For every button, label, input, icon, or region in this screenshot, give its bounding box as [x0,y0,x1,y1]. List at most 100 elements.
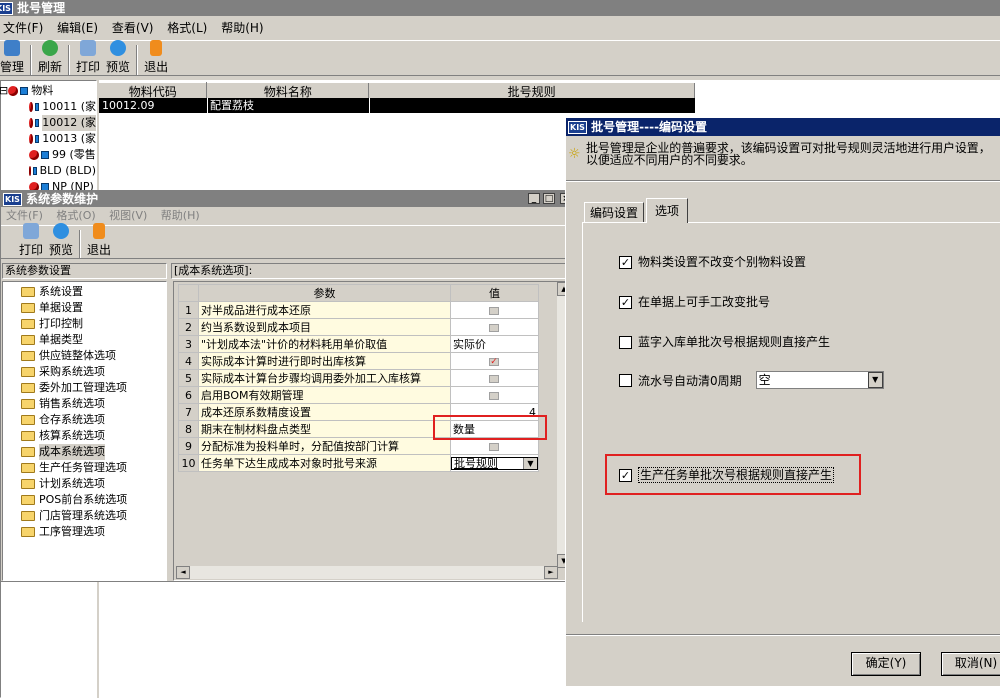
menu-help[interactable]: 帮助(H) [161,209,200,222]
tree-item[interactable]: 计划系统选项 [21,476,166,492]
cancel-button[interactable]: 取消(N) [941,652,1000,676]
tree-item[interactable]: BLD (BLD) [1,163,96,179]
material-cube-icon [41,151,49,159]
table-row[interactable]: 4 实际成本计算时进行即时出库核算 ✓ [178,352,539,370]
tree-item[interactable]: 门店管理系统选项 [21,508,166,524]
table-row[interactable]: 9 分配标准为投料单时，分配值按部门计算 [178,437,539,455]
ok-button[interactable]: 确定(Y) [851,652,921,676]
chevron-down-icon[interactable]: ▼ [867,372,883,388]
kis-logo-icon: KIS [0,2,13,15]
option-row[interactable]: ✓ 物料类设置不改变个别物料设置 [619,253,806,270]
preview-button[interactable]: 预览 [49,223,73,258]
menu-file[interactable]: 文件(F) [6,209,43,222]
checkbox-checked[interactable]: ✓ [619,296,632,309]
material-ball-icon [29,118,33,128]
checkbox[interactable] [489,374,499,383]
refresh-icon [42,40,59,56]
table-row[interactable]: 1 对半成品进行成本还原 [178,301,539,319]
separator [566,634,1000,636]
print-button[interactable]: 打印 [76,40,100,75]
table-row[interactable]: 5 实际成本计算台步骤均调用委外加工入库核算 [178,369,539,387]
option-row[interactable]: 蓝字入库单批次号根据规则直接产生 [619,333,830,350]
tree-item[interactable]: 10013 (家 [1,131,96,147]
checkbox-checked[interactable]: ✓ [489,357,499,366]
maximize-button[interactable]: □ [543,193,555,204]
tree-item[interactable]: POS前台系统选项 [21,492,166,508]
exit-icon [150,40,163,56]
checkbox[interactable] [489,391,499,400]
menu-edit[interactable]: 编辑(E) [57,21,98,35]
cell-rule [369,98,370,113]
table-row[interactable]: 10012.09 配置荔枝 [99,98,695,113]
folder-icon [21,351,35,361]
checkbox[interactable] [489,323,499,332]
tree-item[interactable]: 销售系统选项 [21,396,166,412]
folder-icon [21,415,35,425]
table-row[interactable]: 3 "计划成本法"计价的材料耗用单价取值 实际价 [178,335,539,353]
tree-item[interactable]: 10011 (家 [1,99,96,115]
menu-format[interactable]: 格式(O) [56,209,95,222]
menu-view[interactable]: 查看(V) [112,21,154,35]
exit-icon [93,223,106,239]
print-icon [80,40,97,56]
option-row[interactable]: ✓ 在单据上可手工改变批号 [619,293,770,310]
folder-icon [21,511,35,521]
material-cube-icon [34,135,40,143]
menu-file[interactable]: 文件(F) [3,21,43,35]
batch-source-select[interactable]: 批号规则 ▼ [451,456,538,470]
material-ball-icon [29,134,33,144]
tab-encoding-settings[interactable]: 编码设置 [584,202,644,222]
table-row[interactable]: 6 启用BOM有效期管理 [178,386,539,404]
refresh-button[interactable]: 刷新 [38,40,62,75]
material-ball-icon [8,86,19,96]
tree-item[interactable]: 仓存系统选项 [21,412,166,428]
tree-item[interactable]: 99 (零售 [1,147,96,163]
print-icon [23,223,39,239]
tree-item[interactable]: 核算系统选项 [21,428,166,444]
minimize-button[interactable]: _ [528,193,540,204]
menu-format[interactable]: 格式(L) [167,21,207,35]
tree-item[interactable]: 单据设置 [21,300,166,316]
exit-button[interactable]: 退出 [144,40,168,75]
checkbox[interactable] [619,336,632,349]
tree-item[interactable]: 委外加工管理选项 [21,380,166,396]
tree-item-selected[interactable]: 10012 (家 [1,115,96,131]
table-row[interactable]: 2 约当系数设到成本项目 [178,318,539,336]
print-button[interactable]: 打印 [19,223,43,258]
manage-button[interactable]: 管理 [0,40,24,75]
tree-root[interactable]: ⊟ 物料 [0,83,96,99]
param-label-left: 系统参数设置 [2,263,167,279]
checkbox-checked[interactable]: ✓ [619,256,632,269]
tree-item[interactable]: 生产任务管理选项 [21,460,166,476]
tree-item[interactable]: 工序管理选项 [21,524,166,540]
option-row[interactable]: 流水号自动清0周期 空 ▼ [619,371,884,389]
preview-button[interactable]: 预览 [106,40,130,75]
checkbox[interactable] [489,306,499,315]
tree-item[interactable]: 系统设置 [21,284,166,300]
menu-help[interactable]: 帮助(H) [221,21,263,35]
kis-logo-icon: KIS [3,193,22,206]
checkbox[interactable] [619,373,632,387]
folder-icon [21,447,35,457]
info-area: ☼ 批号管理是企业的普遍要求，该编码设置可对批号规则灵活地进行用户设置，以便适应… [568,142,1000,166]
period-select[interactable]: 空 ▼ [755,371,884,389]
tree-item[interactable]: 单据类型 [21,332,166,348]
exit-button[interactable]: 退出 [87,223,111,258]
tree-item-selected[interactable]: 成本系统选项 [21,444,166,460]
menu-view[interactable]: 视图(V) [109,209,147,222]
horizontal-scrollbar[interactable]: ◄ ► [176,566,558,579]
tree-item[interactable]: 打印控制 [21,316,166,332]
sysparam-window: KIS 系统参数维护 _ □ × 文件(F) 格式(O) 视图(V) 帮助(H)… [0,190,577,582]
material-cube-icon [34,119,40,127]
checkbox[interactable] [489,442,499,451]
tab-options[interactable]: 选项 [646,198,688,223]
tree-item[interactable]: 采购系统选项 [21,364,166,380]
sysparam-toolbar: 打印 预览 退出 [1,223,576,259]
highlight-box [433,415,547,440]
table-row[interactable]: 10 任务单下达生成成本对象时批号来源 批号规则 ▼ [178,454,539,472]
folder-icon [21,527,35,537]
tree-item[interactable]: 供应链整体选项 [21,348,166,364]
manage-icon [4,40,20,56]
chevron-down-icon[interactable]: ▼ [523,457,537,469]
folder-icon [21,431,35,441]
